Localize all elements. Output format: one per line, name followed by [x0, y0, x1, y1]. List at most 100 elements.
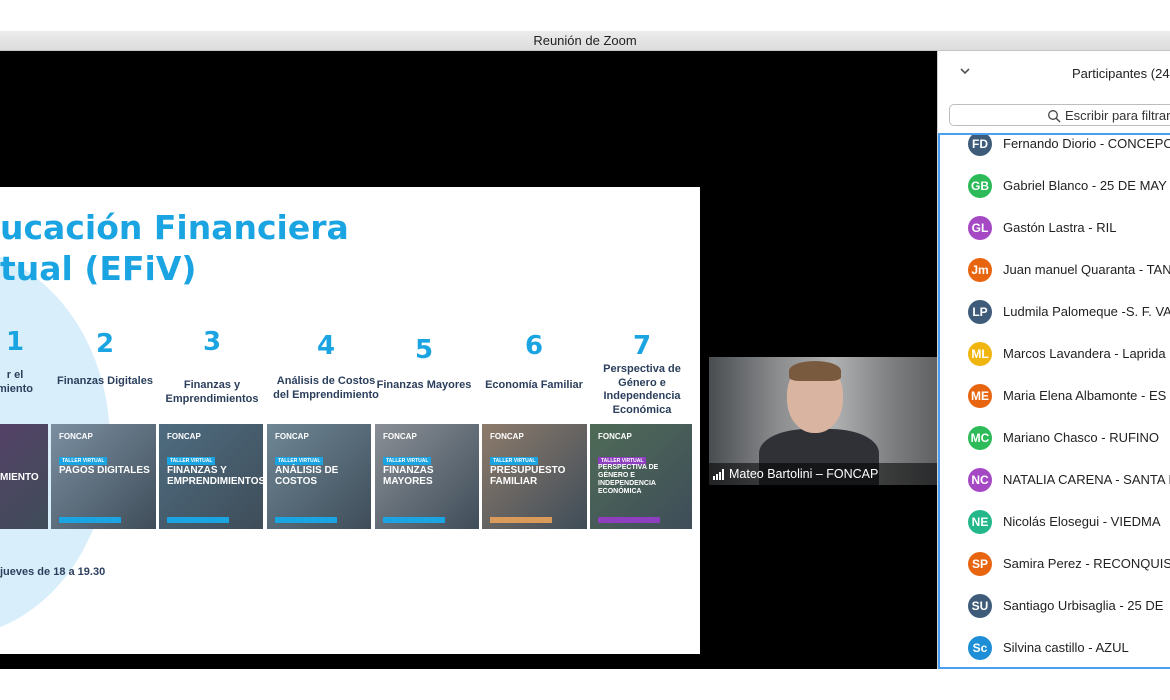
- participant-row[interactable]: SP Samira Perez - RECONQUIS: [940, 543, 1170, 585]
- participant-row[interactable]: NE Nicolás Elosegui - VIEDMA: [940, 501, 1170, 543]
- foncap-logo-text: FONCAP: [490, 432, 524, 441]
- participant-name: Ludmila Palomeque -S. F. VA: [1003, 304, 1170, 319]
- module-label: Finanzas Digitales: [57, 375, 153, 387]
- signal-strength-icon: [713, 469, 725, 480]
- module-5: 5 Finanzas Mayores: [374, 335, 474, 393]
- module-thumbnail-2: FONCAP TALLER VIRTUAL PAGOS DIGITALES: [51, 424, 156, 529]
- thumbnail-bar: [598, 517, 660, 523]
- participant-row[interactable]: ML Marcos Lavandera - Laprida: [940, 333, 1170, 375]
- thumbnail-tag: TALLER VIRTUAL: [275, 457, 324, 465]
- foncap-logo-text: FONCAP: [598, 432, 632, 441]
- participant-avatar: ME: [968, 384, 992, 408]
- module-4: 4 Análisis de Costos del Emprendimiento: [264, 331, 388, 402]
- thumbnail-title: FINANZAS Y EMPRENDIMIENTOS: [167, 465, 263, 487]
- participant-avatar: NC: [968, 468, 992, 492]
- participant-avatar: SU: [968, 594, 992, 618]
- participant-avatar: GL: [968, 216, 992, 240]
- participant-name: Samira Perez - RECONQUIS: [1003, 556, 1170, 571]
- thumbnail-title: FINANZAS MAYORES: [383, 465, 434, 487]
- participant-avatar: NE: [968, 510, 992, 534]
- participant-name: Marcos Lavandera - Laprida: [1003, 346, 1166, 361]
- video-person-hair: [789, 361, 841, 381]
- participant-search-input[interactable]: [1065, 107, 1170, 124]
- module-label: r el miento: [0, 369, 34, 395]
- slide-title: ucación Financiera tual (EFiV): [0, 207, 349, 289]
- participants-header: Participantes (24: [938, 51, 1170, 97]
- thumbnail-title: PRESUPUESTO FAMILIAR: [490, 465, 566, 487]
- participant-search-box[interactable]: [949, 104, 1170, 126]
- participant-avatar: GB: [968, 174, 992, 198]
- module-thumbnail-5: FONCAP TALLER VIRTUAL FINANZAS MAYORES: [375, 424, 479, 529]
- participant-row[interactable]: GB Gabriel Blanco - 25 DE MAY: [940, 165, 1170, 207]
- module-thumbnail-4: FONCAP TALLER VIRTUAL ANÁLISIS DE COSTOS: [267, 424, 371, 529]
- module-number: 5: [414, 335, 434, 365]
- participant-name: Gastón Lastra - RIL: [1003, 220, 1117, 235]
- participant-row[interactable]: Sc Silvina castillo - AZUL: [940, 627, 1170, 667]
- module-number: 6: [524, 331, 544, 361]
- thumbnail-tag: TALLER VIRTUAL: [383, 457, 432, 465]
- top-strip: [0, 0, 1170, 31]
- foncap-logo-text: FONCAP: [59, 432, 93, 441]
- module-label: Análisis de Costos del Emprendimiento: [273, 375, 379, 401]
- foncap-logo-text: FONCAP: [275, 432, 309, 441]
- participant-name: Juan manuel Quaranta - TAN: [1003, 262, 1170, 277]
- participant-row[interactable]: FD Fernando Diorio - CONCEPC: [940, 135, 1170, 165]
- shared-screen[interactable]: ucación Financiera tual (EFiV) 1 r el mi…: [0, 51, 937, 669]
- module-6: 6 Economía Familiar: [482, 331, 586, 393]
- module-number: 7: [632, 331, 652, 361]
- module-label: Economía Familiar: [485, 379, 583, 391]
- video-participant-name: Mateo Bartolini – FONCAP: [709, 463, 937, 485]
- module-thumbnail-6: FONCAP TALLER VIRTUAL PRESUPUESTO FAMILI…: [482, 424, 587, 529]
- bottom-strip: [0, 669, 1170, 700]
- participant-row[interactable]: NC NATALIA CARENA - SANTA I: [940, 459, 1170, 501]
- module-thumbnail-3: FONCAP TALLER VIRTUAL FINANZAS Y EMPREND…: [159, 424, 263, 529]
- participant-name: Silvina castillo - AZUL: [1003, 640, 1129, 655]
- participant-name: Mariano Chasco - RUFINO: [1003, 430, 1160, 445]
- participant-name: Fernando Diorio - CONCEPC: [1003, 136, 1170, 151]
- thumbnail-title: MIENTO: [0, 472, 39, 483]
- thumbnail-tag: TALLER VIRTUAL: [167, 457, 216, 465]
- slide-title-line-2: tual (EFiV): [0, 249, 197, 288]
- chevron-down-icon[interactable]: [960, 66, 970, 76]
- thumbnail-bar: [167, 517, 229, 523]
- participant-row[interactable]: LP Ludmila Palomeque -S. F. VA: [940, 291, 1170, 333]
- participant-row[interactable]: SU Santiago Urbisaglia - 25 DE: [940, 585, 1170, 627]
- participant-name: Gabriel Blanco - 25 DE MAY: [1003, 178, 1167, 193]
- module-7: 7 Perspectiva de Género e Independencia …: [590, 331, 694, 417]
- participants-list[interactable]: FD Fernando Diorio - CONCEPC GB Gabriel Bla…: [938, 133, 1170, 669]
- participant-name: Nicolás Elosegui - VIEDMA: [1003, 514, 1161, 529]
- participant-row[interactable]: GL Gastón Lastra - RIL: [940, 207, 1170, 249]
- thumbnail-tag: TALLER VIRTUAL: [59, 457, 108, 465]
- slide-title-line-1: ucación Financiera: [0, 208, 349, 247]
- thumbnail-bar: [383, 517, 445, 523]
- thumbnail-title: ANÁLISIS DE COSTOS: [275, 465, 339, 487]
- thumbnail-bar: [275, 517, 337, 523]
- participant-avatar: Sc: [968, 636, 992, 660]
- participants-title: Participantes (24: [1072, 66, 1170, 81]
- module-2: 2 Finanzas Digitales: [50, 329, 160, 389]
- participant-name: Santiago Urbisaglia - 25 DE: [1003, 598, 1164, 613]
- participant-row[interactable]: ME Maria Elena Albamonte - ES: [940, 375, 1170, 417]
- module-label: Finanzas Mayores: [376, 379, 472, 391]
- participant-name: NATALIA CARENA - SANTA I: [1003, 472, 1170, 487]
- thumbnail-bar: [59, 517, 121, 523]
- participant-avatar: SP: [968, 552, 992, 576]
- thumbnail-title: PAGOS DIGITALES: [59, 465, 150, 476]
- participant-avatar: FD: [968, 135, 992, 156]
- module-number: 1: [5, 327, 25, 357]
- participant-row[interactable]: Jm Juan manuel Quaranta - TAN: [940, 249, 1170, 291]
- participant-avatar: MC: [968, 426, 992, 450]
- module-number: 3: [202, 327, 222, 357]
- foncap-logo-text: FONCAP: [383, 432, 417, 441]
- module-number: 2: [95, 329, 115, 359]
- window-title: Reunión de Zoom: [0, 31, 1170, 51]
- module-label: Finanzas y Emprendimientos: [165, 379, 259, 405]
- participant-avatar: LP: [968, 300, 992, 324]
- module-thumbnail-7: FONCAP TALLER VIRTUAL PERSPECTIVA DE GÉN…: [590, 424, 692, 529]
- participant-name: Maria Elena Albamonte - ES: [1003, 388, 1167, 403]
- participant-row[interactable]: MC Mariano Chasco - RUFINO: [940, 417, 1170, 459]
- search-icon: [1048, 110, 1061, 123]
- participant-video-tile[interactable]: Mateo Bartolini – FONCAP: [709, 357, 937, 485]
- schedule-text: jueves de 18 a 19.30: [0, 566, 106, 578]
- module-3: 3 Finanzas y Emprendimientos: [160, 327, 264, 406]
